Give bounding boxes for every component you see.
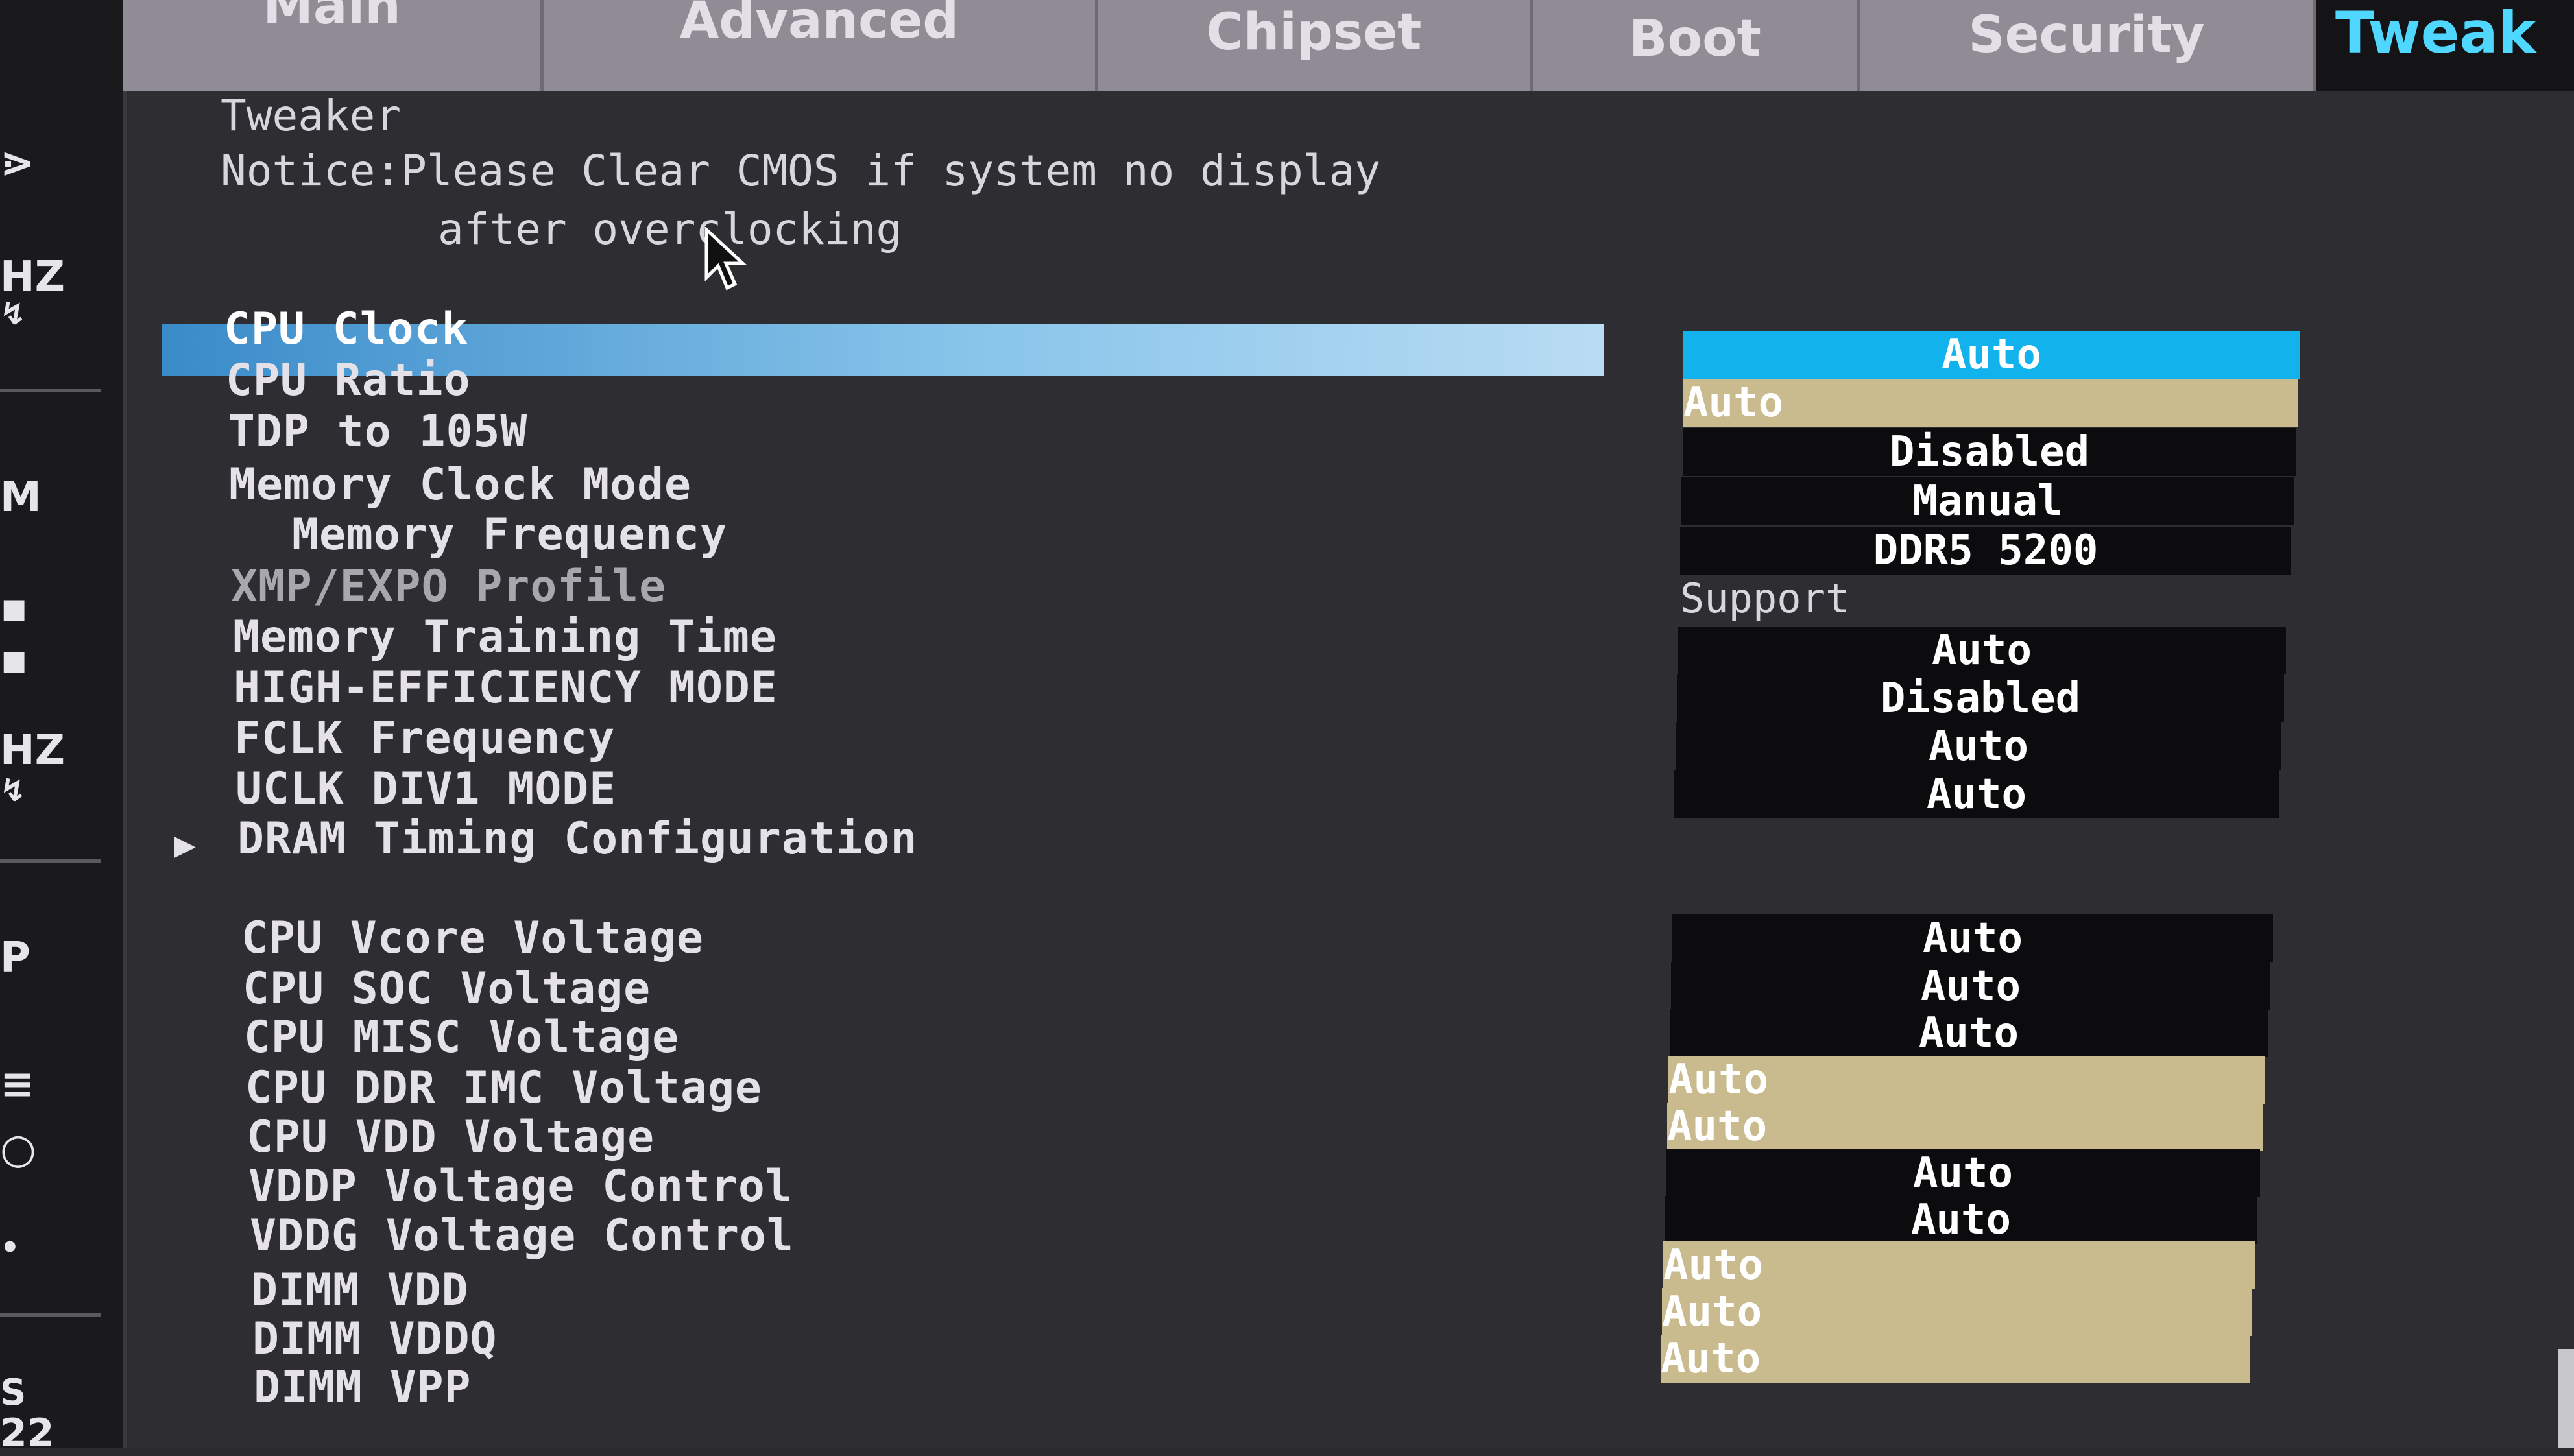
- setting-cpu-misc-voltage[interactable]: CPU MISC Voltage: [244, 1012, 679, 1063]
- side-divider: [0, 859, 101, 863]
- tab-chipset[interactable]: Chipset: [1098, 0, 1533, 91]
- side-fragment: ○: [0, 1125, 36, 1173]
- value-cpu-ddr-imc-voltage[interactable]: Auto: [1668, 1056, 2265, 1104]
- side-divider: [0, 389, 101, 392]
- value-cpu-misc-voltage[interactable]: Auto: [1670, 1009, 2268, 1057]
- value-cpu-vcore-voltage[interactable]: Auto: [1672, 914, 2273, 962]
- tab-main[interactable]: Main: [123, 0, 544, 91]
- setting-vddg-voltage-control[interactable]: VDDG Voltage Control: [250, 1210, 794, 1261]
- setting-dimm-vpp[interactable]: DIMM VPP: [254, 1362, 472, 1413]
- setting-uclk-div1-mode[interactable]: UCLK DIV1 MODE: [235, 763, 616, 815]
- value-memory-frequency[interactable]: DDR5 5200: [1680, 527, 2291, 575]
- value-dimm-vddq[interactable]: Auto: [1662, 1288, 2252, 1336]
- setting-memory-training-time[interactable]: Memory Training Time: [233, 612, 777, 663]
- side-fragment: ↯: [0, 772, 27, 809]
- side-fragment: ▪: [0, 636, 29, 684]
- setting-memory-clock-mode[interactable]: Memory Clock Mode: [229, 459, 692, 510]
- value-cpu-ratio[interactable]: Auto: [1683, 379, 2298, 427]
- value-vddp-voltage-control[interactable]: Auto: [1666, 1149, 2260, 1197]
- setting-cpu-vdd-voltage[interactable]: CPU VDD Voltage: [247, 1112, 655, 1163]
- setting-cpu-vcore-voltage[interactable]: CPU Vcore Voltage: [241, 913, 704, 964]
- value-memory-training-time[interactable]: Auto: [1678, 627, 2286, 674]
- submenu-arrow-icon: ▶: [174, 824, 196, 866]
- side-fragment: HZ: [0, 726, 65, 774]
- side-fragment: M: [0, 473, 42, 521]
- setting-cpu-soc-voltage[interactable]: CPU SOC Voltage: [243, 963, 651, 1014]
- side-fragment: P: [0, 934, 30, 982]
- tab-label: Chipset: [1206, 3, 1422, 62]
- value-xmp-expo-profile: Support: [1680, 575, 1850, 622]
- tab-security[interactable]: Security: [1860, 0, 2316, 91]
- left-side-panel: ⋗ HZ ↯ M ▪ ▪ HZ ↯ P ≡ ○ • S 22: [0, 0, 127, 1453]
- tab-label: Boot: [1629, 10, 1761, 68]
- value-memory-clock-mode[interactable]: Manual: [1681, 477, 2294, 525]
- scrollbar[interactable]: [2558, 1349, 2574, 1448]
- tab-boot[interactable]: Boot: [1533, 0, 1860, 91]
- side-fragment: 22: [0, 1411, 54, 1456]
- setting-dimm-vddq[interactable]: DIMM VDDQ: [252, 1313, 497, 1365]
- side-fragment: HZ: [0, 253, 65, 301]
- tab-label: Main: [263, 0, 401, 36]
- tab-label: Advanced: [679, 0, 959, 50]
- setting-cpu-ddr-imc-voltage[interactable]: CPU DDR IMC Voltage: [245, 1062, 762, 1114]
- side-fragment: ▪: [0, 584, 29, 632]
- setting-memory-frequency[interactable]: Memory Frequency: [292, 509, 727, 560]
- value-cpu-clock[interactable]: Auto: [1683, 331, 2300, 379]
- setting-fclk-frequency[interactable]: FCLK Frequency: [234, 713, 615, 764]
- side-divider: [0, 1313, 101, 1317]
- tab-bar: Main Advanced Chipset Boot Security Twea…: [123, 0, 2574, 91]
- setting-tdp[interactable]: TDP to 105W: [228, 406, 527, 457]
- mouse-cursor-icon: [704, 227, 747, 291]
- notice-text: after overclocking: [438, 204, 902, 254]
- side-fragment: ≡: [0, 1060, 35, 1108]
- value-dimm-vpp[interactable]: Auto: [1661, 1335, 2250, 1383]
- value-fclk-frequency[interactable]: Auto: [1676, 722, 2281, 770]
- value-uclk-div1-mode[interactable]: Auto: [1674, 770, 2279, 818]
- tab-tweak[interactable]: Tweak: [2316, 0, 2574, 91]
- value-tdp[interactable]: Disabled: [1683, 428, 2296, 476]
- side-fragment: ⋗: [0, 139, 35, 187]
- value-cpu-vdd-voltage[interactable]: Auto: [1667, 1103, 2263, 1151]
- setting-high-efficiency-mode[interactable]: HIGH-EFFICIENCY MODE: [234, 662, 778, 713]
- value-dimm-vdd[interactable]: Auto: [1663, 1241, 2255, 1289]
- tab-label: Security: [1968, 6, 2205, 64]
- setting-cpu-clock[interactable]: CPU Clock: [224, 304, 468, 355]
- side-fragment: ↯: [0, 296, 27, 332]
- tab-label: Tweak: [2335, 0, 2536, 66]
- setting-vddp-voltage-control[interactable]: VDDP Voltage Control: [248, 1161, 793, 1212]
- value-vddg-voltage-control[interactable]: Auto: [1665, 1196, 2257, 1244]
- setting-dimm-vdd[interactable]: DIMM VDD: [251, 1265, 469, 1316]
- notice-text: Notice:Please Clear CMOS if system no di…: [221, 146, 1381, 196]
- setting-xmp-expo-profile: XMP/EXPO Profile: [231, 561, 667, 612]
- value-high-efficiency-mode[interactable]: Disabled: [1677, 674, 2284, 722]
- page-title: Tweaker: [221, 91, 402, 141]
- setting-dram-timing-configuration[interactable]: DRAM Timing Configuration: [237, 813, 918, 865]
- side-fragment: S: [0, 1372, 27, 1414]
- tab-advanced[interactable]: Advanced: [544, 0, 1098, 91]
- value-cpu-soc-voltage[interactable]: Auto: [1671, 962, 2270, 1010]
- side-fragment: •: [0, 1230, 20, 1266]
- setting-cpu-ratio[interactable]: CPU Ratio: [226, 355, 470, 406]
